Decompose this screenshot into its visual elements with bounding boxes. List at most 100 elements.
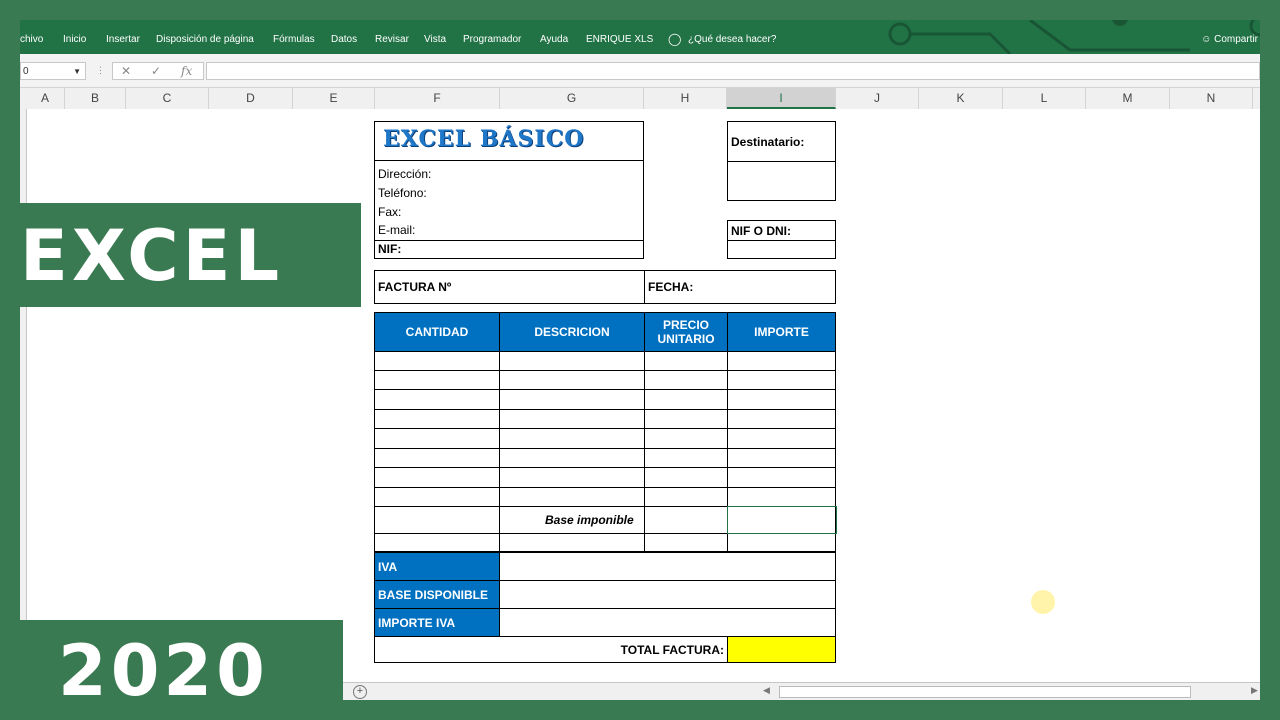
tab-insertar[interactable]: Insertar <box>106 34 140 45</box>
column-header-b[interactable]: B <box>65 88 126 109</box>
insert-function-icon[interactable]: fx <box>181 64 192 78</box>
column-header-e[interactable]: E <box>293 88 375 109</box>
column-header-j[interactable]: J <box>836 88 919 109</box>
formula-bar: 0 ▼ ⋮ ✕ ✓ fx <box>20 54 1260 88</box>
company-info-cell[interactable]: Dirección: Teléfono: Fax: E-mail: <box>374 160 644 241</box>
base-disponible-value-cell[interactable] <box>499 580 836 609</box>
cancel-icon[interactable]: ✕ <box>121 64 131 78</box>
iva-value-cell[interactable] <box>499 552 836 581</box>
recipient-cell[interactable]: Destinatario: <box>727 121 836 162</box>
header-cantidad[interactable]: CANTIDAD <box>374 312 500 352</box>
selected-cell[interactable] <box>727 506 837 534</box>
base-disponible-label: BASE DISPONIBLE <box>378 588 489 602</box>
column-header-f[interactable]: F <box>375 88 500 109</box>
total-label-cell[interactable]: TOTAL FACTURA: <box>374 636 728 663</box>
tab-formulas[interactable]: Fórmulas <box>273 34 315 45</box>
formula-input[interactable] <box>206 62 1260 80</box>
overlay-excel-text: EXCEL <box>20 215 284 297</box>
tell-me-search[interactable]: ¿Qué desea hacer? <box>688 34 776 45</box>
chevron-down-icon[interactable]: ▼ <box>73 63 81 81</box>
sheet-tabs-bar: + ◀ ▶ <box>343 682 1260 701</box>
fax-label: Fax: <box>378 205 402 219</box>
total-label: TOTAL FACTURA: <box>620 643 724 657</box>
tab-disposicion[interactable]: Disposición de página <box>156 34 254 45</box>
row-line <box>374 467 836 468</box>
tab-datos[interactable]: Datos <box>331 34 357 45</box>
column-header-i[interactable]: I <box>727 88 836 109</box>
importe-iva-cell[interactable]: IMPORTE IVA <box>374 608 500 637</box>
date-label: FECHA: <box>648 280 694 294</box>
column-header-d[interactable]: D <box>209 88 293 109</box>
tab-enrique-xls[interactable]: ENRIQUE XLS <box>586 34 653 45</box>
total-value-cell[interactable] <box>727 636 836 663</box>
column-header-h[interactable]: H <box>644 88 727 109</box>
iva-cell[interactable]: IVA <box>374 552 500 581</box>
tab-programador[interactable]: Programador <box>463 34 521 45</box>
column-header-a[interactable]: A <box>26 88 65 109</box>
title-cell[interactable]: EXCEL BÁSICO <box>374 121 644 161</box>
header-importe[interactable]: IMPORTE <box>727 312 836 352</box>
overlay-year-badge: 2020 <box>20 620 343 720</box>
recipient-value-cell[interactable] <box>727 161 836 201</box>
importe-iva-value-cell[interactable] <box>499 608 836 637</box>
name-box-value: 0 <box>23 66 29 77</box>
invoice-title: EXCEL BÁSICO <box>383 126 585 152</box>
tab-vista[interactable]: Vista <box>424 34 446 45</box>
add-sheet-icon[interactable]: + <box>353 685 367 699</box>
column-header-l[interactable]: L <box>1003 88 1086 109</box>
nif-label: NIF: <box>378 242 402 256</box>
share-label: Compartir <box>1214 34 1258 45</box>
col-line <box>499 351 500 552</box>
formula-buttons: ✕ ✓ fx <box>112 62 204 80</box>
column-header-n[interactable]: N <box>1170 88 1253 109</box>
taxable-base-label: Base imponible <box>545 513 634 527</box>
video-frame-top <box>0 0 1280 20</box>
horizontal-scrollbar[interactable] <box>779 686 1191 698</box>
column-headers: A B C D E F G H I J K L M N <box>20 88 1260 110</box>
row-line <box>374 370 836 371</box>
person-icon: ☺ <box>1201 34 1212 45</box>
nif-cell[interactable]: NIF: <box>374 240 644 259</box>
row-line <box>374 409 836 410</box>
share-button[interactable]: ☺ Compartir <box>1201 34 1258 45</box>
row-line <box>374 389 836 390</box>
base-disponible-cell[interactable]: BASE DISPONIBLE <box>374 580 500 609</box>
cursor-highlight <box>1031 590 1055 614</box>
iva-label: IVA <box>378 560 398 574</box>
col-line <box>644 351 645 552</box>
scroll-left-icon[interactable]: ◀ <box>763 685 770 696</box>
row-line <box>374 487 836 488</box>
tab-archivo[interactable]: chivo <box>20 34 43 45</box>
lightbulb-icon: ◯ <box>668 32 682 46</box>
column-header-m[interactable]: M <box>1086 88 1170 109</box>
video-frame-bottom <box>343 700 1280 720</box>
row-line <box>374 448 836 449</box>
address-label: Dirección: <box>378 167 432 181</box>
overlay-year-text: 2020 <box>58 630 269 712</box>
row-headers <box>20 109 27 682</box>
tab-inicio[interactable]: Inicio <box>63 34 86 45</box>
column-header-k[interactable]: K <box>919 88 1003 109</box>
tab-revisar[interactable]: Revisar <box>375 34 409 45</box>
tab-ayuda[interactable]: Ayuda <box>540 34 568 45</box>
nif-dni-label: NIF O DNI: <box>731 224 791 238</box>
ribbon-tabs: chivo Inicio Insertar Disposición de pág… <box>20 20 1260 54</box>
date-cell[interactable]: FECHA: <box>644 270 836 304</box>
column-header-c[interactable]: C <box>126 88 209 109</box>
email-label: E-mail: <box>378 223 416 237</box>
column-header-g[interactable]: G <box>500 88 644 109</box>
recipient-label: Destinatario: <box>731 135 805 149</box>
invoice-number-cell[interactable]: FACTURA Nº <box>374 270 645 304</box>
invoice-number-label: FACTURA Nº <box>378 280 452 294</box>
nif-dni-value-cell[interactable] <box>727 240 836 259</box>
phone-label: Teléfono: <box>378 186 427 200</box>
importe-iva-label: IMPORTE IVA <box>378 616 456 630</box>
scroll-right-icon[interactable]: ▶ <box>1251 685 1258 696</box>
header-precio-unitario[interactable]: PRECIO UNITARIO <box>644 312 728 352</box>
video-frame-right <box>1260 0 1280 720</box>
header-descricion[interactable]: DESCRICION <box>499 312 645 352</box>
nif-dni-cell[interactable]: NIF O DNI: <box>727 220 836 241</box>
more-options-icon: ⋮ <box>96 65 105 75</box>
enter-check-icon[interactable]: ✓ <box>151 64 161 78</box>
name-box[interactable]: 0 ▼ <box>20 62 86 80</box>
